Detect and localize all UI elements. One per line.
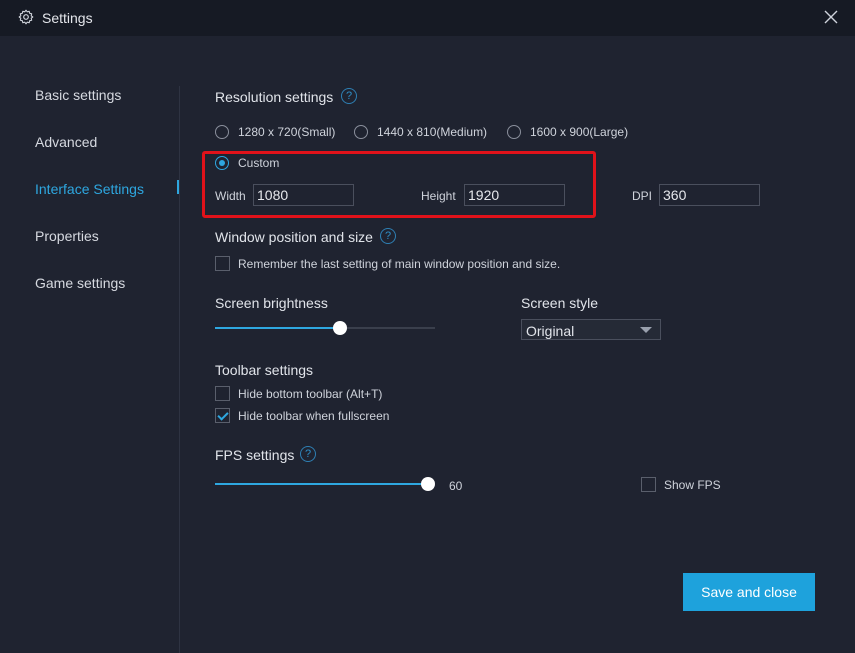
height-input[interactable] [464, 184, 565, 206]
resolution-option-medium[interactable]: 1440 x 810(Medium) [354, 125, 487, 139]
title-bar: Settings [0, 0, 855, 36]
hide-bottom-toolbar-label: Hide bottom toolbar (Alt+T) [238, 386, 383, 401]
hide-toolbar-fullscreen[interactable]: Hide toolbar when fullscreen [215, 408, 389, 423]
screen-style-title: Screen style [521, 295, 599, 311]
slider-thumb[interactable] [333, 321, 348, 335]
dpi-input[interactable] [659, 184, 760, 206]
hide-bottom-toolbar[interactable]: Hide bottom toolbar (Alt+T) [215, 386, 382, 401]
checkbox-icon[interactable] [215, 386, 230, 401]
checkbox-icon[interactable] [215, 256, 230, 271]
gear-icon [18, 9, 34, 25]
resolution-option-large-label: 1600 x 900(Large) [530, 125, 629, 139]
sidebar-item-interface-settings[interactable]: Interface Settings [35, 181, 144, 197]
sidebar-item-basic-settings[interactable]: Basic settings [35, 87, 121, 103]
fps-value: 60 [449, 479, 463, 493]
fps-help-icon[interactable]: ? [300, 446, 316, 462]
resolution-option-small-label: 1280 x 720(Small) [238, 125, 336, 139]
sidebar-divider [179, 86, 180, 653]
radio-icon[interactable] [507, 125, 521, 139]
fps-slider[interactable] [215, 477, 435, 491]
fps-settings-title: FPS settings [215, 447, 295, 463]
remember-window-position-label: Remember the last setting of main window… [238, 256, 561, 271]
checkbox-icon[interactable] [641, 477, 656, 492]
radio-checked-icon[interactable] [215, 156, 229, 170]
close-icon[interactable] [823, 9, 839, 25]
resolution-help-icon[interactable]: ? [341, 88, 357, 104]
window-position-help-icon[interactable]: ? [380, 228, 396, 244]
toolbar-settings-title: Toolbar settings [215, 362, 314, 378]
sidebar-item-game-settings[interactable]: Game settings [35, 275, 125, 291]
radio-icon[interactable] [215, 125, 229, 139]
height-label: Height [421, 189, 456, 203]
save-and-close-button[interactable]: Save and close [683, 573, 815, 611]
sidebar-item-properties[interactable]: Properties [35, 228, 99, 244]
radio-icon[interactable] [354, 125, 368, 139]
remember-window-position[interactable]: Remember the last setting of main window… [215, 256, 560, 271]
brightness-slider[interactable] [215, 321, 435, 335]
resolution-option-small[interactable]: 1280 x 720(Small) [215, 125, 335, 139]
resolution-settings-title: Resolution settings [215, 89, 334, 105]
screen-brightness-title: Screen brightness [215, 295, 328, 311]
resolution-option-custom[interactable]: Custom [215, 156, 279, 170]
screen-style-dropdown[interactable]: Original [521, 319, 661, 340]
resolution-option-medium-label: 1440 x 810(Medium) [377, 125, 488, 139]
slider-fill [215, 483, 428, 485]
slider-thumb[interactable] [421, 477, 435, 491]
width-label: Width [215, 189, 246, 203]
dpi-label: DPI [632, 189, 653, 203]
resolution-option-large[interactable]: 1600 x 900(Large) [507, 125, 628, 139]
hide-toolbar-fullscreen-label: Hide toolbar when fullscreen [238, 408, 390, 423]
sidebar-item-advanced[interactable]: Advanced [35, 134, 97, 150]
window-title: Settings [42, 10, 93, 26]
width-input[interactable] [253, 184, 354, 206]
screen-style-value: Original [526, 323, 575, 339]
resolution-option-custom-label: Custom [238, 156, 280, 170]
chevron-down-icon [640, 327, 652, 333]
slider-fill [215, 327, 341, 329]
window-position-title: Window position and size [215, 229, 373, 245]
show-fps-label: Show FPS [664, 477, 721, 492]
checkbox-checked-icon[interactable] [215, 408, 230, 423]
show-fps[interactable]: Show FPS [641, 477, 721, 492]
